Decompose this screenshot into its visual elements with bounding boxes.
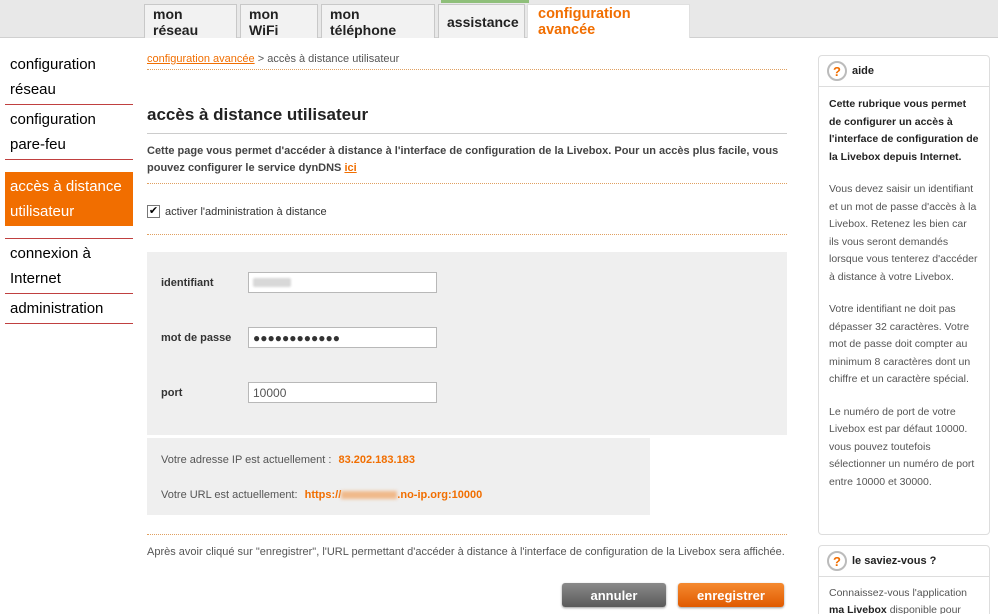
identifiant-label: identifiant: [161, 276, 214, 289]
sidebar-item-connexion-internet[interactable]: connexion à Internet: [5, 238, 133, 294]
checkbox-label: activer l'administration à distance: [165, 205, 327, 218]
tab-mon-telephone[interactable]: mon téléphone: [321, 4, 435, 38]
help-title: aide: [852, 65, 875, 77]
remote-admin-checkbox-row[interactable]: ✔ activer l'administration à distance: [147, 205, 327, 218]
redacted-value: [253, 278, 291, 287]
sidebar-item-acces-distance[interactable]: accès à distance utilisateur: [5, 172, 133, 226]
remote-admin-checkbox[interactable]: ✔: [147, 205, 160, 218]
intro-text: Cette page vous permet d'accéder à dista…: [147, 143, 787, 184]
did-you-know-header: ? le saviez-vous ?: [819, 546, 989, 577]
sidebar-item-label: configuration réseau: [10, 56, 96, 98]
tab-label: configuration avancée: [538, 5, 631, 38]
url-row: Votre URL est actuellement: https:// .no-…: [161, 489, 482, 501]
sidebar-item-label: accès à distance utilisateur: [10, 178, 122, 220]
did-you-know-app: ma Livebox: [829, 604, 887, 614]
password-mask: ●●●●●●●●●●●●: [253, 330, 340, 345]
sidebar-item-configuration-reseau[interactable]: configuration réseau: [5, 50, 133, 105]
did-you-know-panel: ? le saviez-vous ? Connaissez-vous l'app…: [818, 545, 990, 614]
intro-body: Cette page vous permet d'accéder à dista…: [147, 145, 779, 174]
tab-assistance[interactable]: assistance: [438, 4, 525, 38]
url-prefix: https://: [304, 489, 342, 501]
sidebar-item-configuration-pare-feu[interactable]: configuration pare-feu: [5, 105, 133, 160]
tab-configuration-avancee[interactable]: configuration avancée: [527, 4, 690, 38]
sidebar: configuration réseau configuration pare-…: [5, 50, 133, 324]
dyndns-link[interactable]: ici: [344, 162, 356, 174]
top-navigation: mon réseau mon WiFi mon téléphone assist…: [0, 0, 998, 38]
sidebar-item-administration[interactable]: administration: [5, 294, 133, 324]
password-label: mot de passe: [161, 331, 232, 344]
identifiant-input[interactable]: [248, 272, 437, 293]
did-you-know-body: Connaissez-vous l'application ma Livebox…: [819, 577, 989, 614]
help-paragraph: Votre identifiant ne doit pas dépasser 3…: [829, 303, 971, 385]
cancel-button[interactable]: annuler: [562, 583, 666, 607]
connection-info: Votre adresse IP est actuellement : 83.2…: [147, 438, 650, 515]
did-you-know-title: le saviez-vous ?: [852, 555, 937, 567]
help-lead: Cette rubrique vous permet de configurer…: [829, 98, 979, 163]
help-paragraph: Le numéro de port de votre Livebox est p…: [829, 405, 975, 488]
url-label: Votre URL est actuellement:: [161, 489, 298, 501]
did-you-know-text: Connaissez-vous l'application: [829, 587, 967, 599]
main-content: configuration avancée > accès à distance…: [147, 50, 787, 607]
help-panel: ? aide Cette rubrique vous permet de con…: [818, 55, 990, 535]
tab-label: mon WiFi: [249, 5, 279, 38]
divider: [147, 534, 787, 535]
identifiant-row: identifiant: [161, 272, 437, 293]
page-title: accès à distance utilisateur: [147, 105, 787, 134]
url-value: https:// .no-ip.org:10000: [305, 489, 483, 501]
sidebar-item-label: connexion à Internet: [10, 245, 91, 287]
port-input[interactable]: 10000: [248, 382, 437, 403]
tab-label: assistance: [447, 13, 519, 30]
port-row: port 10000: [161, 382, 437, 403]
breadcrumb: configuration avancée > accès à distance…: [147, 50, 787, 70]
tab-mon-wifi[interactable]: mon WiFi: [240, 4, 318, 38]
did-you-know-text2: disponible pour: [889, 604, 961, 614]
tab-highlight-bar: [441, 0, 529, 3]
save-note: Après avoir cliqué sur "enregistrer", l'…: [147, 546, 785, 558]
help-icon: ?: [827, 61, 847, 81]
save-button[interactable]: enregistrer: [678, 583, 784, 607]
ip-value: 83.202.183.183: [338, 454, 415, 466]
breadcrumb-current: accès à distance utilisateur: [267, 53, 400, 65]
help-header: ? aide: [819, 56, 989, 87]
password-row: mot de passe ●●●●●●●●●●●●: [161, 327, 437, 348]
port-label: port: [161, 386, 183, 399]
breadcrumb-link[interactable]: configuration avancée: [147, 53, 255, 65]
port-value: 10000: [253, 385, 287, 400]
sidebar-item-label: administration: [10, 300, 104, 317]
help-paragraph: Vous devez saisir un identifiant et un m…: [829, 183, 978, 283]
url-suffix: .no-ip.org:10000: [397, 489, 483, 501]
redacted-host: [341, 491, 398, 500]
tab-label: mon réseau: [153, 5, 199, 38]
ip-row: Votre adresse IP est actuellement : 83.2…: [161, 454, 415, 466]
breadcrumb-separator: >: [257, 53, 265, 65]
sidebar-item-label: configuration pare-feu: [10, 111, 96, 153]
tab-mon-reseau[interactable]: mon réseau: [144, 4, 237, 38]
ip-label: Votre adresse IP est actuellement :: [161, 454, 332, 466]
tab-label: mon téléphone: [330, 5, 397, 38]
password-input[interactable]: ●●●●●●●●●●●●: [248, 327, 437, 348]
divider: [147, 234, 787, 235]
help-icon: ?: [827, 551, 847, 571]
help-body: Cette rubrique vous permet de configurer…: [819, 87, 989, 515]
credentials-form: identifiant mot de passe ●●●●●●●●●●●● po…: [147, 252, 787, 435]
